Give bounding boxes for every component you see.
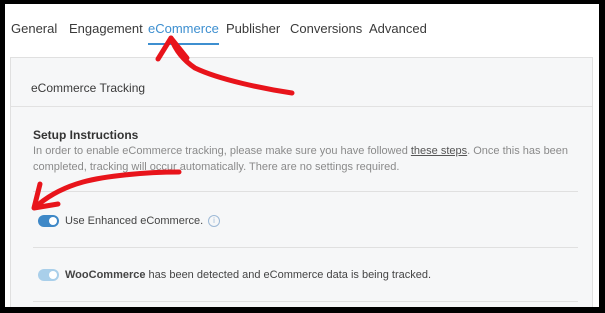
- tab-engagement[interactable]: Engagement: [69, 21, 143, 36]
- woocommerce-status: WooCommerce has been detected and eComme…: [65, 269, 431, 281]
- tab-bar: General Engagement eCommerce Publisher C…: [5, 4, 599, 52]
- tab-advanced[interactable]: Advanced: [369, 21, 427, 36]
- these-steps-link[interactable]: these steps: [411, 145, 467, 157]
- woocommerce-name: WooCommerce: [65, 269, 146, 281]
- divider: [33, 247, 578, 248]
- enhanced-ecommerce-label: Use Enhanced eCommerce.: [65, 215, 204, 227]
- toggle-knob: [49, 271, 57, 279]
- panel-header: eCommerce Tracking: [11, 58, 592, 107]
- screenshot-frame: General Engagement eCommerce Publisher C…: [5, 4, 599, 307]
- tab-ecommerce[interactable]: eCommerce: [148, 21, 219, 45]
- ecommerce-panel: eCommerce Tracking Setup Instructions In…: [10, 57, 593, 307]
- panel-title: eCommerce Tracking: [31, 81, 146, 95]
- info-icon[interactable]: i: [208, 215, 220, 227]
- tab-conversions[interactable]: Conversions: [290, 21, 362, 36]
- enhanced-ecommerce-toggle[interactable]: [38, 215, 59, 227]
- divider: [33, 191, 578, 192]
- setup-text-before: In order to enable eCommerce tracking, p…: [33, 145, 411, 157]
- setup-instructions: In order to enable eCommerce tracking, p…: [33, 143, 573, 175]
- toggle-knob: [49, 217, 57, 225]
- tab-general[interactable]: General: [11, 21, 57, 36]
- tab-publisher[interactable]: Publisher: [226, 21, 280, 36]
- woocommerce-status-text: has been detected and eCommerce data is …: [145, 269, 432, 281]
- woocommerce-toggle[interactable]: [38, 269, 59, 281]
- divider: [33, 301, 578, 302]
- setup-heading: Setup Instructions: [33, 128, 139, 142]
